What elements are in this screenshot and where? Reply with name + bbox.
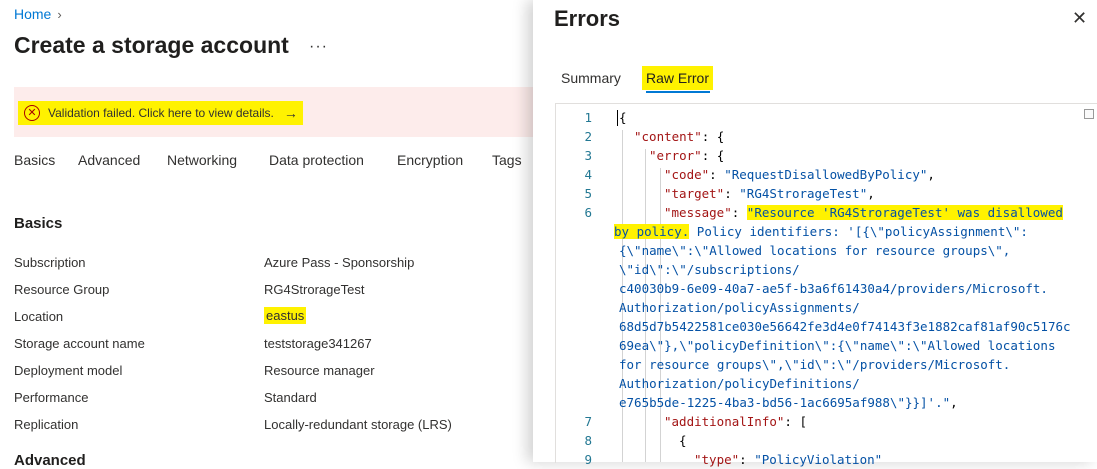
tab-data-protection[interactable]: Data protection xyxy=(269,152,364,168)
tab-advanced[interactable]: Advanced xyxy=(78,152,140,168)
field-value-replication: Locally-redundant storage (LRS) xyxy=(264,417,452,432)
code-line: "additionalInfo": [ xyxy=(664,414,807,429)
json-key: "type" xyxy=(694,452,740,467)
json-key: "additionalInfo" xyxy=(664,414,785,429)
chevron-right-icon: › xyxy=(57,6,62,22)
code-line: { xyxy=(619,110,627,125)
json-key: "target" xyxy=(664,186,725,201)
field-label-resource-group: Resource Group xyxy=(14,282,110,297)
tab-basics[interactable]: Basics xyxy=(14,152,55,168)
field-label-deployment-model: Deployment model xyxy=(14,363,123,378)
line-number: 5 xyxy=(584,186,592,201)
close-icon[interactable]: ✕ xyxy=(1072,8,1087,29)
line-number: 9 xyxy=(584,452,592,467)
field-value-storage-account-name: teststorage341267 xyxy=(264,336,372,351)
field-value-performance: Standard xyxy=(264,390,317,405)
field-label-location: Location xyxy=(14,309,64,324)
more-options-button[interactable]: ··· xyxy=(309,38,328,56)
highlighted-error-message: by policy. xyxy=(614,224,690,239)
field-value-resource-group: RG4StrorageTest xyxy=(264,282,365,297)
error-circle-icon: ✕ xyxy=(24,105,40,121)
page-title: Create a storage account xyxy=(14,32,289,58)
highlighted-error-message: "Resource 'RG4StrorageTest' was disallow… xyxy=(746,205,1063,220)
json-key: "code" xyxy=(664,167,710,182)
breadcrumb: Home › xyxy=(14,6,62,22)
line-number: 6 xyxy=(584,205,592,220)
code-line: e765b5de-1225-4ba3-bd56-1ac6695af988\"}}… xyxy=(619,395,958,410)
code-line: by policy. Policy identifiers: '[{\"poli… xyxy=(614,224,1028,239)
code-line: c40030b9-6e09-40a7-ae5f-b3a6f61430a4/pro… xyxy=(619,281,1048,296)
json-key: "message" xyxy=(664,205,732,220)
line-number: 1 xyxy=(584,110,592,125)
code-line: \"id\":\"/subscriptions/ xyxy=(619,262,800,277)
code-text: : { xyxy=(701,148,725,163)
field-label-storage-account-name: Storage account name xyxy=(14,336,145,351)
code-line: "content": { xyxy=(634,129,724,144)
json-string: "RequestDisallowedByPolicy" xyxy=(724,167,928,182)
code-text: , xyxy=(927,167,935,182)
json-string: e765b5de-1225-4ba3-bd56-1ac6695af988\"}}… xyxy=(619,395,951,410)
line-number: 2 xyxy=(584,129,592,144)
code-line: { xyxy=(679,433,687,448)
section-heading-basics: Basics xyxy=(14,215,63,232)
validation-message[interactable]: Validation failed. Click here to view de… xyxy=(48,106,274,120)
line-number: 7 xyxy=(584,414,592,429)
code-line: "message": "Resource 'RG4StrorageTest' w… xyxy=(664,205,1063,220)
tab-encryption[interactable]: Encryption xyxy=(397,152,463,168)
field-value-deployment-model: Resource manager xyxy=(264,363,375,378)
code-line: "target": "RG4StrorageTest", xyxy=(664,186,875,201)
indent-guide xyxy=(660,168,661,462)
tab-raw-error-underline xyxy=(646,91,710,93)
field-value-subscription: Azure Pass - Sponsorship xyxy=(264,255,415,270)
errors-panel-title: Errors xyxy=(554,6,621,31)
field-label-performance: Performance xyxy=(14,390,89,405)
json-key: "error" xyxy=(649,148,702,163)
arrow-right-icon: → xyxy=(283,105,298,121)
breadcrumb-home-link[interactable]: Home xyxy=(14,6,51,22)
json-string: "PolicyViolation" xyxy=(754,452,883,467)
field-value-location: eastus xyxy=(264,307,307,324)
code-line: "code": "RequestDisallowedByPolicy", xyxy=(664,167,935,182)
code-line: 69ea\"},\"policyDefinition\":{\"name\":\… xyxy=(619,338,1056,353)
section-heading-advanced: Advanced xyxy=(14,452,86,469)
line-number: 3 xyxy=(584,148,592,163)
tab-summary[interactable]: Summary xyxy=(561,70,621,86)
code-line: {\"name\":\"Allowed locations for resour… xyxy=(619,243,1011,258)
code-text: { xyxy=(679,433,687,448)
code-line: Authorization/policyDefinitions/ xyxy=(619,376,860,391)
line-number: 8 xyxy=(584,433,592,448)
code-text: : { xyxy=(701,129,725,144)
code-text: : [ xyxy=(784,414,807,429)
code-text: { xyxy=(619,110,627,125)
field-label-subscription: Subscription xyxy=(14,255,86,270)
tab-tags[interactable]: Tags xyxy=(492,152,522,168)
code-line: 68d5d7b5422581ce030e56642fe3d4e0f74143f3… xyxy=(619,319,1071,334)
indent-guide xyxy=(622,130,623,462)
code-text: , xyxy=(950,395,958,410)
json-key: "content" xyxy=(634,129,702,144)
json-string: Policy identifiers: '[{\"policyAssignmen… xyxy=(689,224,1028,239)
tab-raw-error[interactable]: Raw Error xyxy=(642,66,714,90)
tab-networking[interactable]: Networking xyxy=(167,152,237,168)
validation-banner-link[interactable]: ✕ Validation failed. Click here to view … xyxy=(18,101,303,125)
code-line: Authorization/policyAssignments/ xyxy=(619,300,860,315)
field-label-replication: Replication xyxy=(14,417,79,432)
code-line: "type": "PolicyViolation" xyxy=(694,452,883,467)
code-line: "error": { xyxy=(649,148,724,163)
field-value-location-wrap: eastus xyxy=(264,307,307,324)
text-cursor xyxy=(617,110,618,126)
code-line: for resource groups\",\"id\":\"/provider… xyxy=(619,357,1011,372)
editor-scrollbar[interactable] xyxy=(1084,109,1094,119)
code-text: , xyxy=(867,186,875,201)
line-number: 4 xyxy=(584,167,592,182)
json-string: "RG4StrorageTest" xyxy=(739,186,868,201)
